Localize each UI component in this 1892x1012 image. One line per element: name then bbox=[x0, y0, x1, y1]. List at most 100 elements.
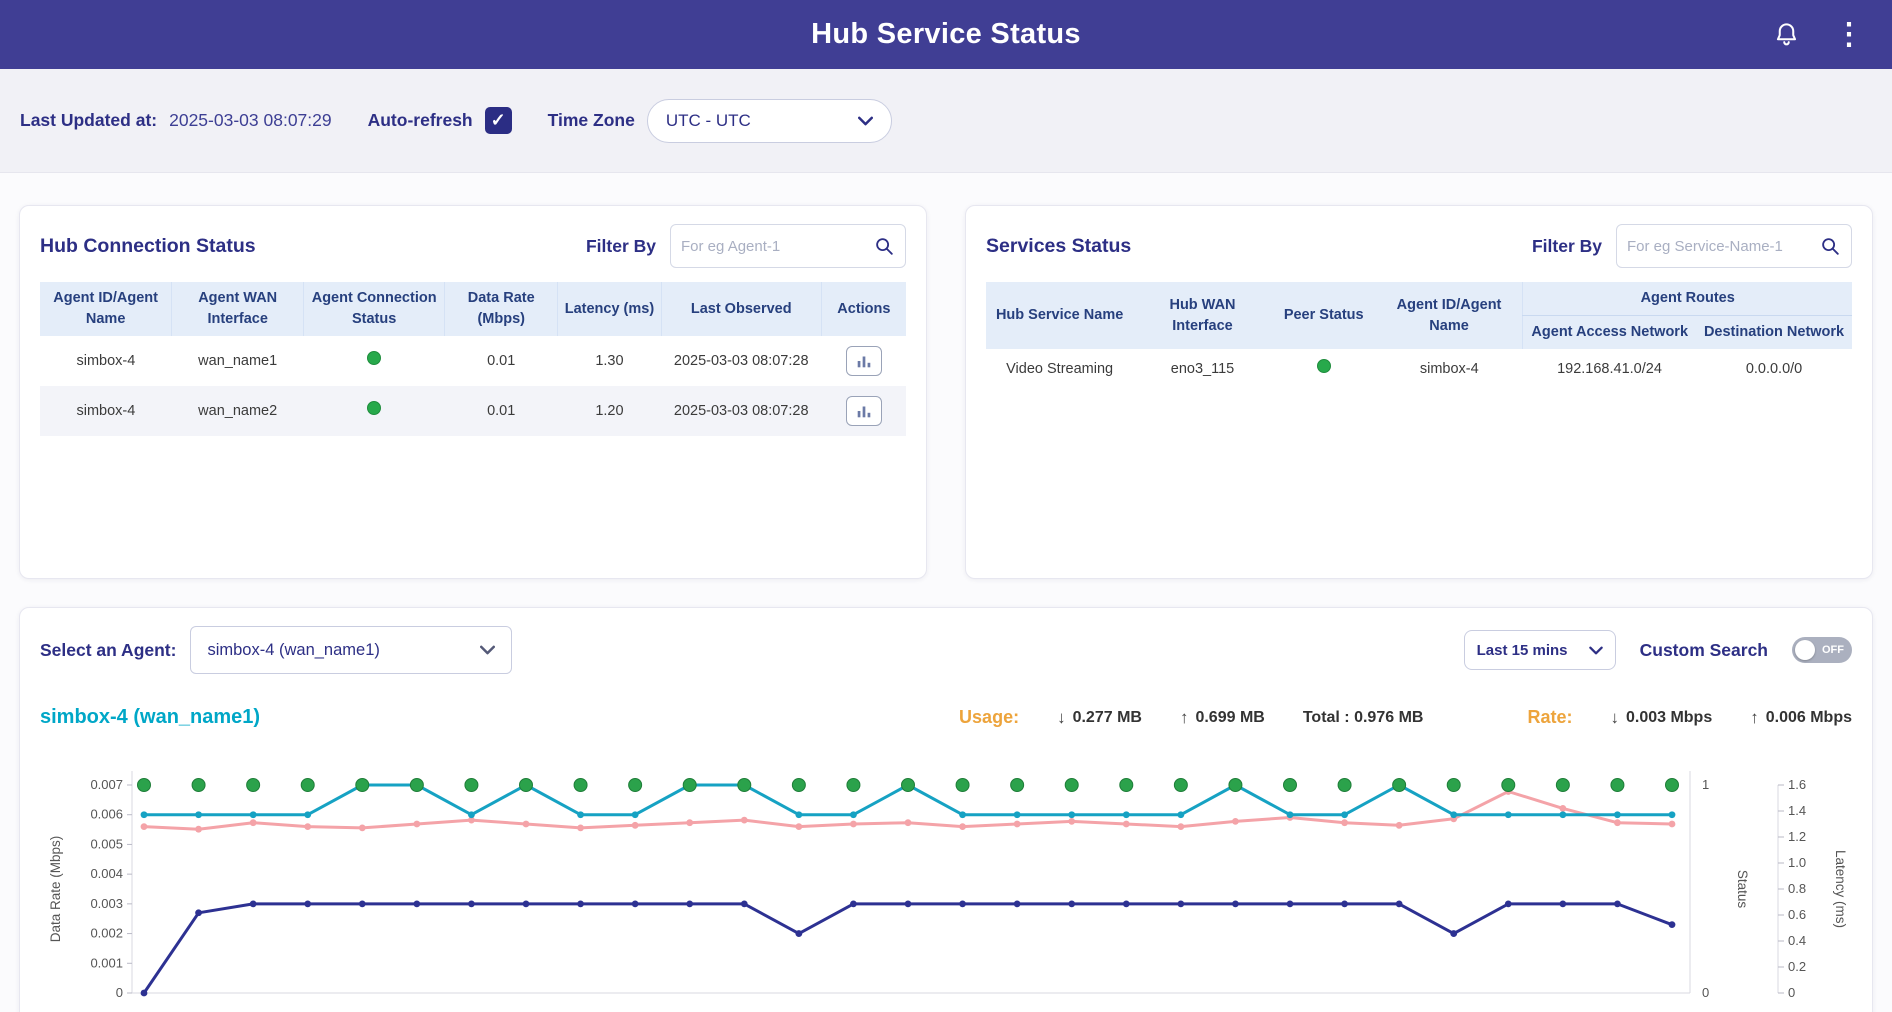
services-filter-label: Filter By bbox=[1532, 236, 1602, 257]
column-header: Hub Service Name bbox=[986, 282, 1133, 349]
timezone-select[interactable]: UTC - UTC bbox=[647, 99, 892, 143]
chevron-down-icon bbox=[1589, 646, 1603, 655]
usage-label: Usage: bbox=[959, 707, 1019, 728]
agent-cell: simbox-4 bbox=[1376, 349, 1523, 389]
last-observed-cell: 2025-03-03 08:07:28 bbox=[661, 386, 821, 436]
svg-text:0.2: 0.2 bbox=[1788, 959, 1806, 974]
kebab-menu-icon[interactable]: ⋮ bbox=[1834, 20, 1864, 50]
agent-select[interactable]: simbox-4 (wan_name1) bbox=[190, 626, 512, 674]
svg-text:0.006: 0.006 bbox=[90, 807, 123, 822]
header-icons: ⋮ bbox=[1773, 0, 1864, 69]
agent-select-value: simbox-4 (wan_name1) bbox=[207, 641, 379, 660]
wan-cell: wan_name1 bbox=[172, 336, 304, 386]
svg-text:Data Rate (Mbps): Data Rate (Mbps) bbox=[48, 836, 63, 943]
wan-cell: eno3_115 bbox=[1133, 349, 1272, 389]
view-chart-button[interactable] bbox=[846, 346, 882, 376]
svg-text:0: 0 bbox=[116, 985, 123, 1000]
svg-text:Status: Status bbox=[1735, 870, 1750, 909]
latency-cell: 1.30 bbox=[558, 336, 662, 386]
column-header: Agent ID/Agent Name bbox=[40, 282, 172, 336]
column-header: Last Observed bbox=[661, 282, 821, 336]
latency-cell: 1.20 bbox=[558, 386, 662, 436]
status-cell bbox=[304, 386, 445, 436]
custom-search-label: Custom Search bbox=[1640, 640, 1768, 661]
hub-filter-searchbox bbox=[670, 224, 906, 268]
down-arrow-icon: ↓ bbox=[1057, 708, 1066, 728]
rate-download: ↓0.003 Mbps bbox=[1610, 708, 1712, 728]
bar-chart-icon bbox=[855, 352, 873, 370]
usage-rate-stats: Usage: ↓0.277 MB ↑0.699 MB Total : 0.976… bbox=[959, 707, 1852, 728]
last-updated-value: 2025-03-03 08:07:29 bbox=[169, 110, 332, 131]
chart-title: simbox-4 (wan_name1) bbox=[40, 706, 260, 729]
svg-text:0.004: 0.004 bbox=[90, 866, 123, 881]
toolbar: Last Updated at: 2025-03-03 08:07:29 Aut… bbox=[0, 69, 1892, 173]
up-arrow-icon: ↑ bbox=[1180, 708, 1189, 728]
top-cards-row: Hub Connection Status Filter By Agent ID… bbox=[0, 205, 1892, 579]
usage-rate-row: simbox-4 (wan_name1) Usage: ↓0.277 MB ↑0… bbox=[40, 706, 1852, 729]
app-header: Hub Service Status ⋮ bbox=[0, 0, 1892, 69]
column-header: Data Rate (Mbps) bbox=[445, 282, 558, 336]
rate-download-value: 0.003 Mbps bbox=[1626, 709, 1712, 727]
svg-text:0: 0 bbox=[1788, 985, 1795, 1000]
svg-text:0.4: 0.4 bbox=[1788, 933, 1806, 948]
column-header: Destination Network bbox=[1696, 316, 1852, 350]
agent-cell: simbox-4 bbox=[40, 386, 172, 436]
column-header: Latency (ms) bbox=[558, 282, 662, 336]
timezone: Time Zone UTC - UTC bbox=[548, 99, 892, 143]
agent-routes-group-header: Agent Routes bbox=[1523, 282, 1852, 316]
status-cell bbox=[304, 336, 445, 386]
svg-text:1.2: 1.2 bbox=[1788, 829, 1806, 844]
hub-filter-label: Filter By bbox=[586, 236, 656, 257]
service-cell: Video Streaming bbox=[986, 349, 1133, 389]
custom-search-toggle[interactable]: OFF bbox=[1792, 637, 1852, 663]
agent-chart-card: Select an Agent: simbox-4 (wan_name1) La… bbox=[19, 607, 1873, 1012]
services-filter-searchbox bbox=[1616, 224, 1852, 268]
search-icon[interactable] bbox=[873, 235, 895, 257]
toggle-knob bbox=[1795, 640, 1815, 660]
data-rate-cell: 0.01 bbox=[445, 386, 558, 436]
services-status-card: Services Status Filter By Hub Service Na… bbox=[965, 205, 1873, 579]
notifications-bell-icon[interactable] bbox=[1773, 21, 1800, 48]
check-icon: ✓ bbox=[491, 110, 506, 131]
view-chart-button[interactable] bbox=[846, 396, 882, 426]
services-filter-group: Filter By bbox=[1532, 224, 1852, 268]
last-observed-cell: 2025-03-03 08:07:28 bbox=[661, 336, 821, 386]
peer-status-cell bbox=[1272, 349, 1376, 389]
hub-filter-group: Filter By bbox=[586, 224, 906, 268]
usage-download: ↓ 0.277 MB bbox=[1057, 708, 1142, 728]
up-arrow-icon: ↑ bbox=[1750, 708, 1759, 728]
select-agent-label: Select an Agent: bbox=[40, 640, 176, 661]
toggle-state-label: OFF bbox=[1822, 644, 1844, 656]
hub-filter-input[interactable] bbox=[681, 238, 873, 255]
search-icon[interactable] bbox=[1819, 235, 1841, 257]
svg-text:1.6: 1.6 bbox=[1788, 777, 1806, 792]
data-rate-cell: 0.01 bbox=[445, 336, 558, 386]
svg-text:0.003: 0.003 bbox=[90, 896, 123, 911]
svg-text:Latency (ms): Latency (ms) bbox=[1833, 850, 1848, 928]
last-updated: Last Updated at: 2025-03-03 08:07:29 bbox=[20, 110, 332, 131]
table-row: simbox-4 wan_name2 0.01 1.20 2025-03-03 … bbox=[40, 386, 906, 436]
chevron-down-icon bbox=[858, 116, 873, 126]
chart-controls: Last 15 mins Custom Search OFF bbox=[1464, 630, 1852, 670]
usage-upload-value: 0.699 MB bbox=[1195, 709, 1264, 727]
usage-download-value: 0.277 MB bbox=[1073, 709, 1142, 727]
services-filter-input[interactable] bbox=[1627, 238, 1819, 255]
last-updated-label: Last Updated at: bbox=[20, 110, 157, 131]
rate-upload: ↑0.006 Mbps bbox=[1750, 708, 1852, 728]
auto-refresh-label: Auto-refresh bbox=[368, 110, 473, 131]
table-row: simbox-4 wan_name1 0.01 1.30 2025-03-03 … bbox=[40, 336, 906, 386]
svg-text:0.6: 0.6 bbox=[1788, 907, 1806, 922]
services-header: Services Status Filter By bbox=[986, 224, 1852, 268]
actions-cell bbox=[821, 336, 906, 386]
destination-network-cell: 0.0.0.0/0 bbox=[1696, 349, 1852, 389]
column-header: Agent ID/Agent Name bbox=[1376, 282, 1523, 349]
auto-refresh-checkbox[interactable]: ✓ bbox=[485, 107, 512, 134]
hub-connection-card: Hub Connection Status Filter By Agent ID… bbox=[19, 205, 927, 579]
hub-connection-header: Hub Connection Status Filter By bbox=[40, 224, 906, 268]
column-header: Actions bbox=[821, 282, 906, 336]
svg-text:1: 1 bbox=[1702, 777, 1709, 792]
agent-chart-svg: 00.0010.0020.0030.0040.0050.0060.0070100… bbox=[40, 745, 1850, 1012]
agent-cell: simbox-4 bbox=[40, 336, 172, 386]
time-range-select[interactable]: Last 15 mins bbox=[1464, 630, 1616, 670]
agent-chart: 00.0010.0020.0030.0040.0050.0060.0070100… bbox=[40, 745, 1852, 1012]
